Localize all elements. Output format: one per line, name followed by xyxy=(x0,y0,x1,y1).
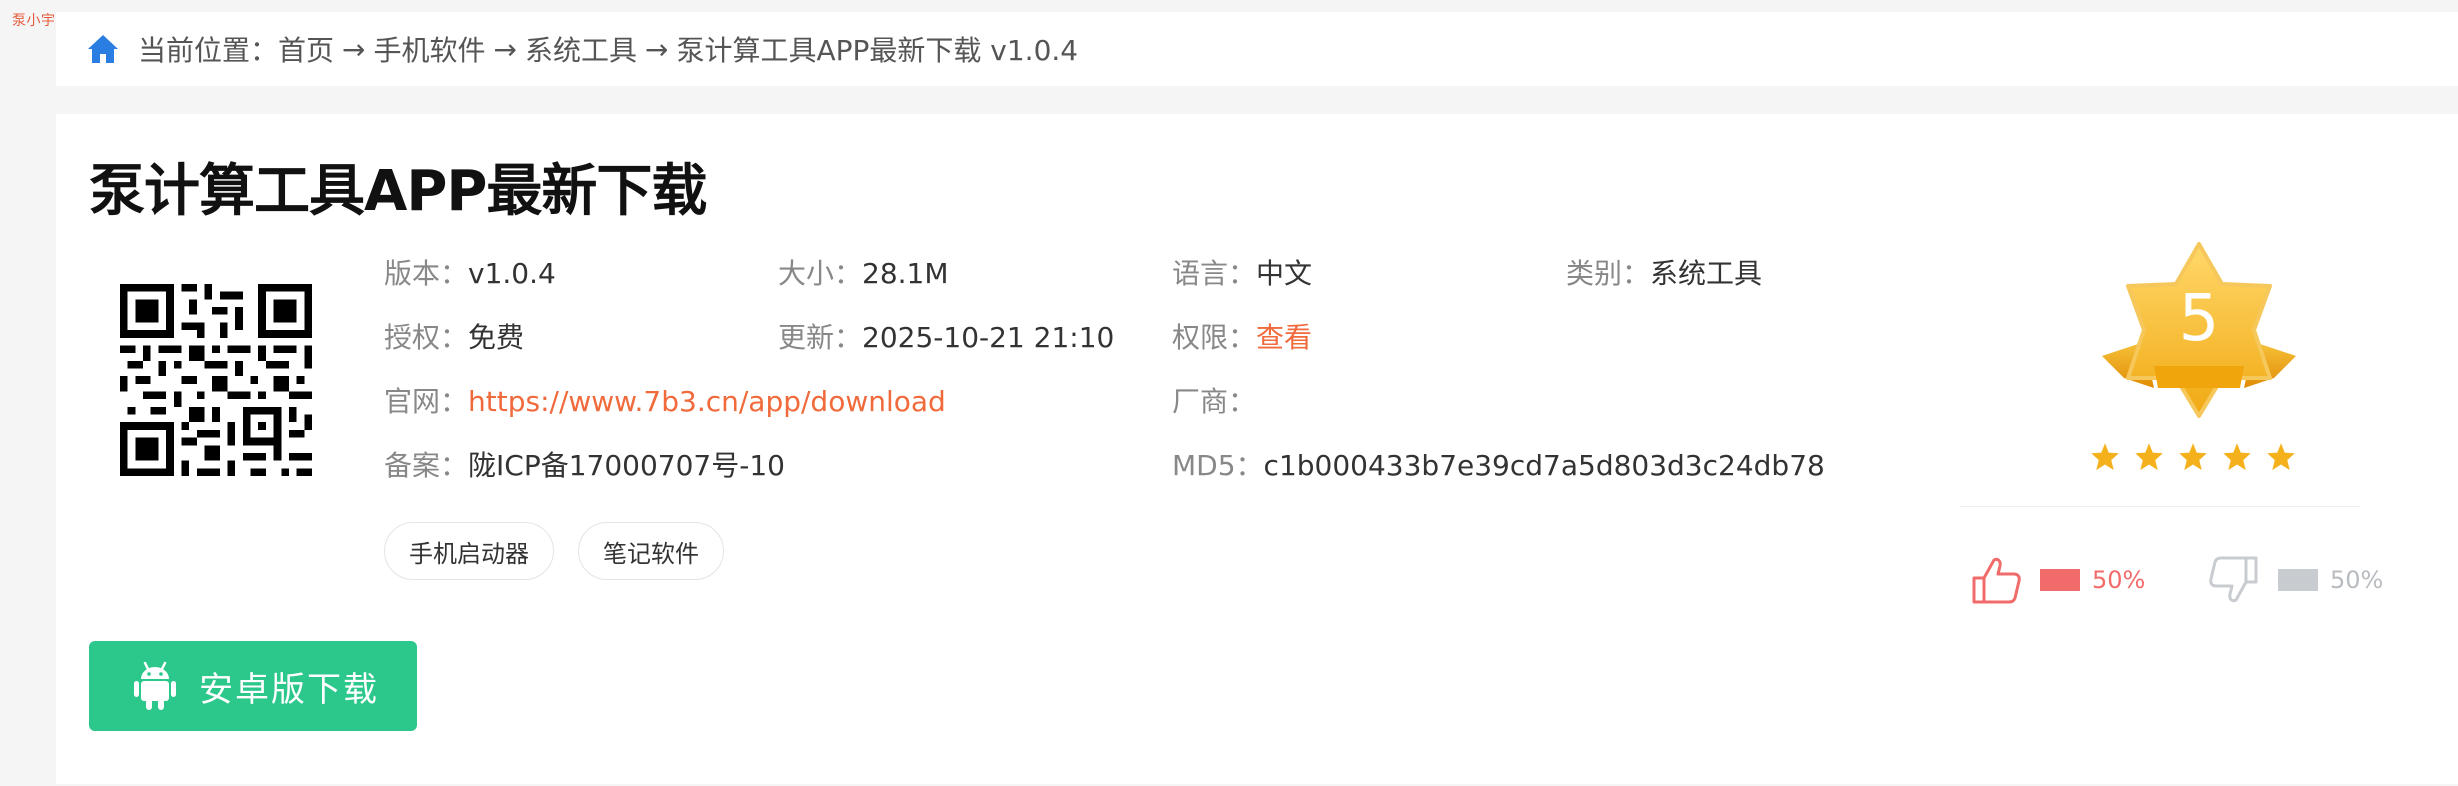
language-label: 语言： xyxy=(1172,257,1257,290)
star-rating xyxy=(2090,442,2296,472)
breadcrumb-home[interactable]: 首页 xyxy=(278,29,334,69)
vendor-label: 厂商： xyxy=(1172,385,1257,418)
size-label: 大小： xyxy=(778,257,863,290)
app-detail-card: 泵计算工具APP最新下载 版本：v1.0.4 大小：28.1M 语言：中文 类别… xyxy=(56,114,2458,784)
size-value: 28.1M xyxy=(862,257,949,290)
info-md5: MD5：c1b000433b7e39cd7a5d803d3c24db78 xyxy=(1172,444,1825,484)
info-language: 语言：中文 xyxy=(1172,252,1312,292)
app-title: 泵计算工具APP最新下载 xyxy=(89,159,707,224)
info-version: 版本：v1.0.4 xyxy=(384,252,556,292)
version-value: v1.0.4 xyxy=(468,257,556,290)
tag-note-software[interactable]: 笔记软件 xyxy=(578,522,724,580)
thumbs-down-icon xyxy=(2209,556,2258,603)
category-value: 系统工具 xyxy=(1650,257,1763,290)
score-badge-icon: 5 xyxy=(2102,242,2296,418)
breadcrumb-system-tools[interactable]: 系统工具 xyxy=(525,29,637,69)
info-updated: 更新：2025-10-21 21:10 xyxy=(778,316,1114,356)
language-value: 中文 xyxy=(1256,257,1313,290)
category-label: 类别： xyxy=(1566,257,1651,290)
website-link[interactable]: https://www.7b3.cn/app/download xyxy=(468,385,946,418)
updated-value: 2025-10-21 21:10 xyxy=(862,321,1115,354)
info-website: 官网：https://www.7b3.cn/app/download xyxy=(384,380,946,420)
star-icon xyxy=(2223,443,2251,471)
breadcrumb: 当前位置： 首页 → 手机软件 → 系统工具 → 泵计算工具APP最新下载 v1… xyxy=(56,12,2458,86)
permission-label: 权限： xyxy=(1172,321,1257,354)
icp-label: 备案： xyxy=(384,449,469,482)
star-icon xyxy=(2091,443,2119,471)
dislike-button[interactable]: 50% xyxy=(2208,554,2383,606)
md5-value: c1b000433b7e39cd7a5d803d3c24db78 xyxy=(1263,449,1825,482)
breadcrumb-mobile-software[interactable]: 手机软件 xyxy=(374,29,486,69)
info-icp: 备案：陇ICP备17000707号-10 xyxy=(384,444,785,484)
home-icon[interactable] xyxy=(86,33,120,65)
updated-label: 更新： xyxy=(778,321,863,354)
score-value: 5 xyxy=(2179,282,2220,356)
info-license: 授权：免费 xyxy=(384,316,524,356)
download-label: 安卓版下载 xyxy=(199,669,379,710)
breadcrumb-separator: → xyxy=(493,32,517,66)
like-bar xyxy=(2040,569,2080,591)
license-label: 授权： xyxy=(384,321,469,354)
md5-label: MD5： xyxy=(1172,449,1264,482)
permission-view-link[interactable]: 查看 xyxy=(1256,321,1312,354)
dislike-percent: 50% xyxy=(2330,566,2384,594)
license-value: 免费 xyxy=(468,321,525,354)
like-percent: 50% xyxy=(2092,566,2146,594)
star-icon xyxy=(2135,443,2163,471)
rating-divider xyxy=(1960,506,2360,507)
info-permission: 权限：查看 xyxy=(1172,316,1312,356)
android-icon xyxy=(134,661,176,710)
breadcrumb-separator: → xyxy=(342,32,366,66)
dislike-bar xyxy=(2278,569,2318,591)
info-category: 类别：系统工具 xyxy=(1566,252,1762,292)
icp-value: 陇ICP备17000707号-10 xyxy=(468,449,785,482)
info-size: 大小：28.1M xyxy=(778,252,949,292)
star-icon xyxy=(2179,443,2207,471)
android-download-button[interactable]: 安卓版下载 xyxy=(89,641,417,731)
website-label: 官网： xyxy=(384,385,469,418)
like-button[interactable]: 50% xyxy=(1970,554,2145,606)
breadcrumb-separator: → xyxy=(645,32,669,66)
breadcrumb-current-page[interactable]: 泵计算工具APP最新下载 v1.0.4 xyxy=(676,29,1078,69)
version-label: 版本： xyxy=(384,257,469,290)
tag-phone-launcher[interactable]: 手机启动器 xyxy=(384,522,554,580)
breadcrumb-prefix: 当前位置： xyxy=(138,34,279,67)
star-icon xyxy=(2267,443,2295,471)
info-vendor: 厂商： xyxy=(1172,380,1256,420)
qr-code-image xyxy=(120,284,312,476)
thumbs-up-icon xyxy=(1972,557,2021,604)
